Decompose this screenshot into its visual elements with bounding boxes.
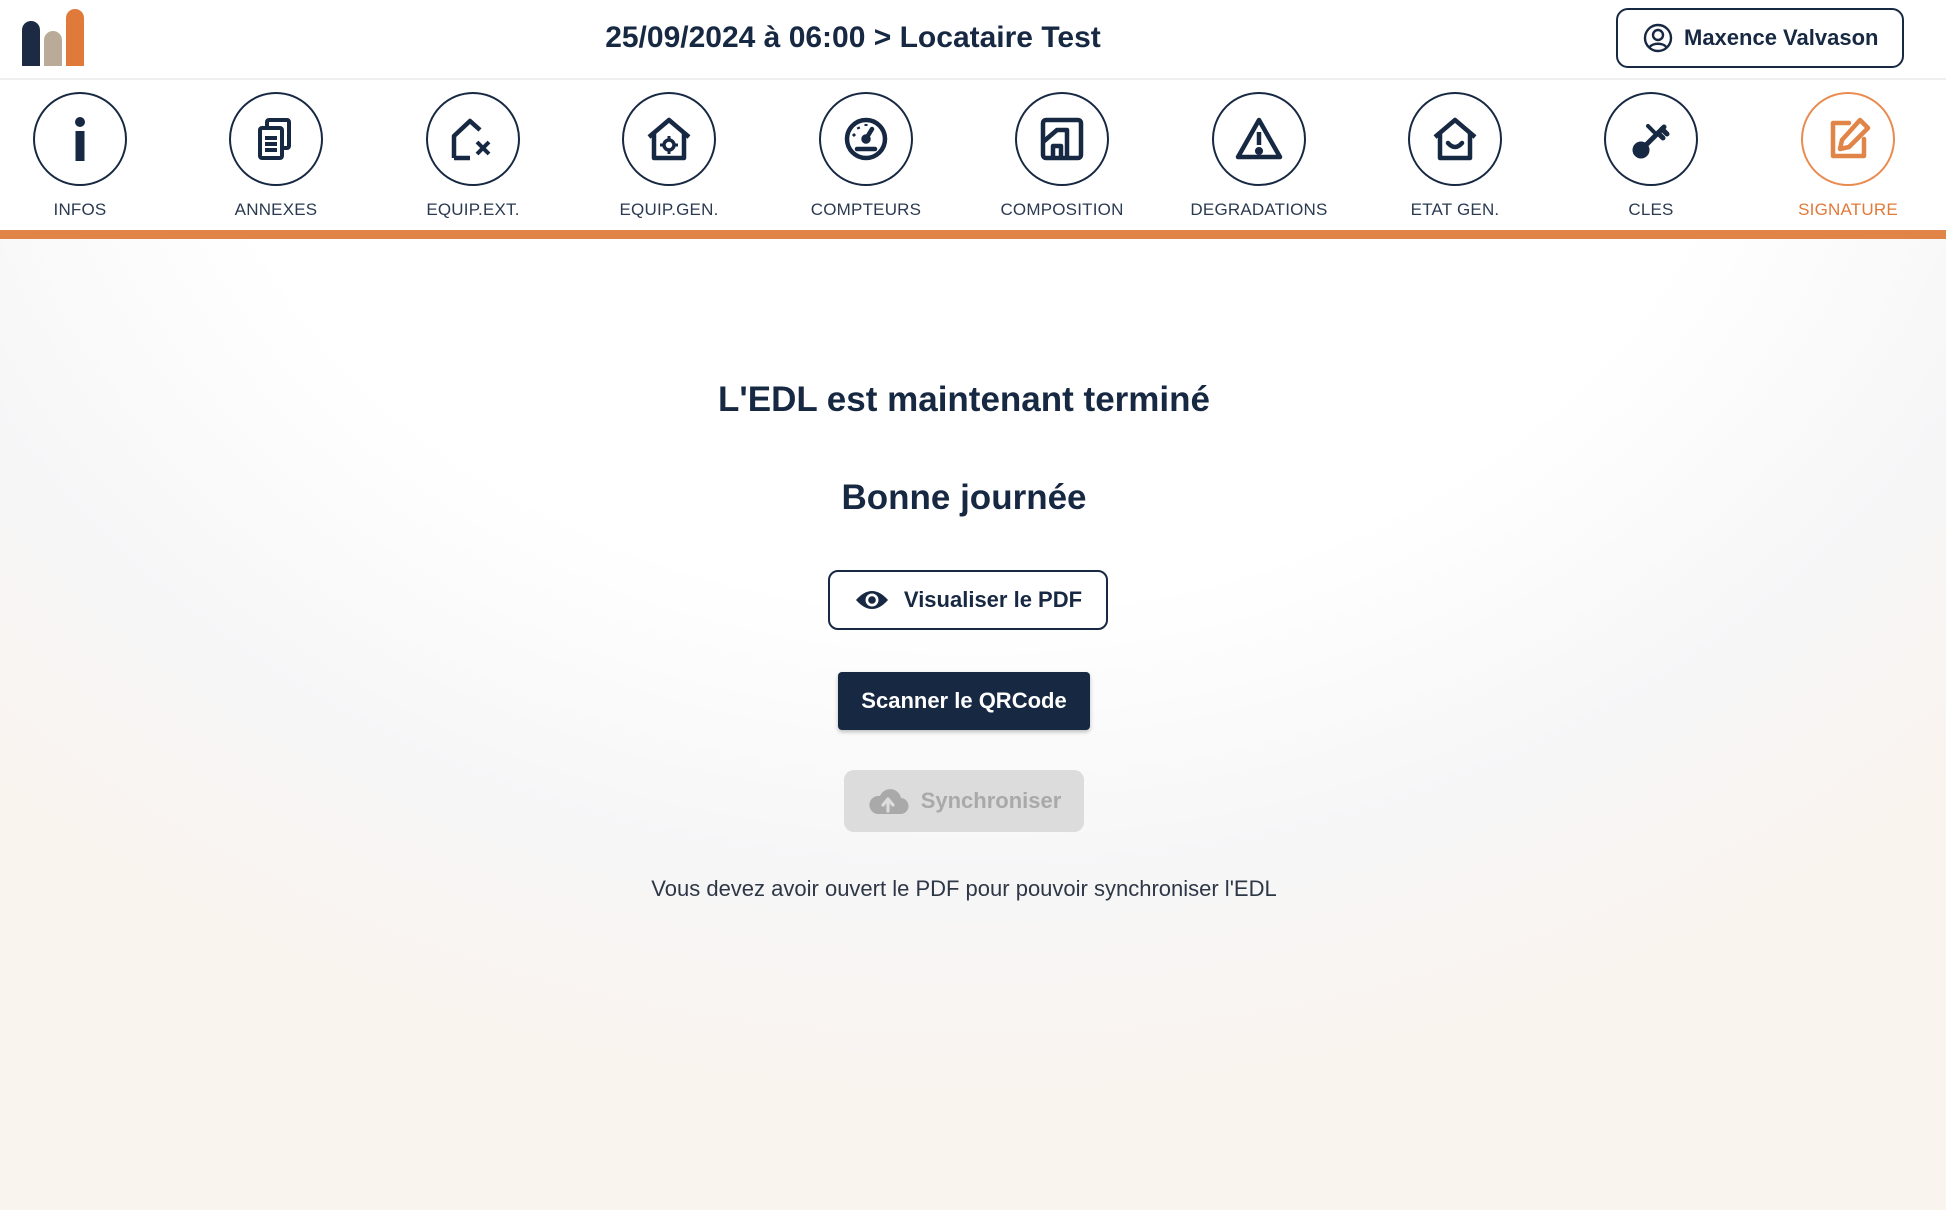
- eye-icon: [855, 591, 888, 609]
- step-label: COMPOSITION: [1000, 200, 1124, 219]
- step-degradations[interactable]: DEGRADATIONS: [1179, 92, 1339, 228]
- steps-nav: INFOS ANNEXES EQUIP.EXT. EQUIP.GEN. COMP…: [0, 80, 1946, 230]
- user-name: Maxence Valvason: [1684, 25, 1879, 50]
- step-label: ANNEXES: [234, 200, 318, 219]
- step-infos[interactable]: INFOS: [0, 92, 160, 228]
- edit-icon: [1830, 117, 1871, 159]
- step-label: CLES: [1628, 200, 1674, 219]
- step-compteurs[interactable]: COMPTEURS: [786, 92, 946, 228]
- completion-title: L'EDL est maintenant terminé: [718, 380, 1210, 419]
- step-label: INFOS: [53, 200, 107, 219]
- documents-icon: [258, 118, 291, 160]
- step-label: DEGRADATIONS: [1190, 200, 1328, 219]
- step-label: EQUIP.EXT.: [426, 200, 520, 219]
- view-pdf-button[interactable]: Visualiser le PDF: [828, 570, 1108, 630]
- sync-label: Synchroniser: [920, 788, 1062, 813]
- floorplan-icon: [1040, 117, 1084, 161]
- house-gear-icon: [647, 117, 691, 161]
- progress-bar: [0, 230, 1946, 239]
- step-equip-gen[interactable]: EQUIP.GEN.: [589, 92, 749, 228]
- user-circle-icon: [1643, 23, 1673, 53]
- house-tools-icon: [451, 118, 491, 161]
- step-signature[interactable]: SIGNATURE: [1768, 92, 1928, 228]
- user-account-button[interactable]: Maxence Valvason: [1616, 8, 1904, 68]
- gauge-icon: [844, 117, 888, 161]
- sync-button[interactable]: Synchroniser: [844, 770, 1084, 832]
- step-label: EQUIP.GEN.: [619, 200, 719, 219]
- step-label: ETAT GEN.: [1410, 200, 1500, 219]
- step-label: SIGNATURE: [1798, 200, 1898, 219]
- step-composition[interactable]: COMPOSITION: [982, 92, 1142, 228]
- house-smile-icon: [1433, 117, 1477, 161]
- step-equip-ext[interactable]: EQUIP.EXT.: [393, 92, 553, 228]
- scan-qrcode-button[interactable]: Scanner le QRCode: [838, 672, 1090, 730]
- top-bar: 25/09/2024 à 06:00 > Locataire Test Maxe…: [0, 0, 1946, 80]
- view-pdf-label: Visualiser le PDF: [903, 587, 1083, 612]
- step-cles[interactable]: CLES: [1571, 92, 1731, 228]
- step-annexes[interactable]: ANNEXES: [196, 92, 356, 228]
- completion-subtitle: Bonne journée: [841, 478, 1087, 517]
- step-label: COMPTEURS: [810, 200, 922, 219]
- warning-icon: [1235, 117, 1283, 160]
- key-icon: [1632, 124, 1670, 159]
- info-icon: [75, 117, 85, 161]
- cloud-upload-icon: [869, 789, 909, 815]
- sync-hint-text: Vous devez avoir ouvert le PDF pour pouv…: [651, 876, 1277, 901]
- step-etat-gen[interactable]: ETAT GEN.: [1375, 92, 1535, 228]
- scan-qrcode-label: Scanner le QRCode: [861, 688, 1067, 713]
- page-title: 25/09/2024 à 06:00 > Locataire Test: [605, 21, 1101, 54]
